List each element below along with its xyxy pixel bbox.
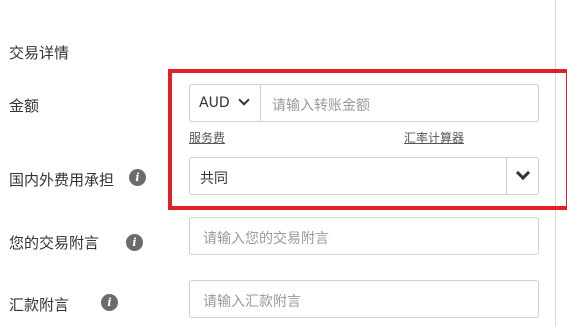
transaction-note-placeholder: 请输入您的交易附言	[203, 231, 329, 247]
info-icon[interactable]: i	[129, 169, 146, 186]
transaction-note-input[interactable]: 请输入您的交易附言	[189, 217, 539, 255]
remittance-note-input[interactable]: 请输入汇款附言	[189, 280, 539, 318]
remittance-note-label: 汇款附言	[9, 296, 70, 314]
highlight-box	[168, 69, 567, 210]
section-title: 交易详情	[9, 44, 70, 62]
transaction-note-label: 您的交易附言	[9, 234, 100, 252]
amount-label: 金额	[9, 97, 40, 115]
transaction-details-form: 交易详情 金额 AUD 请输入转账金额 服务费 汇率计算器 国内外费用承担 i …	[0, 0, 567, 326]
remittance-note-placeholder: 请输入汇款附言	[203, 294, 301, 310]
info-icon[interactable]: i	[101, 294, 118, 311]
info-icon[interactable]: i	[126, 234, 143, 251]
fee-bearer-label: 国内外费用承担	[9, 171, 115, 189]
